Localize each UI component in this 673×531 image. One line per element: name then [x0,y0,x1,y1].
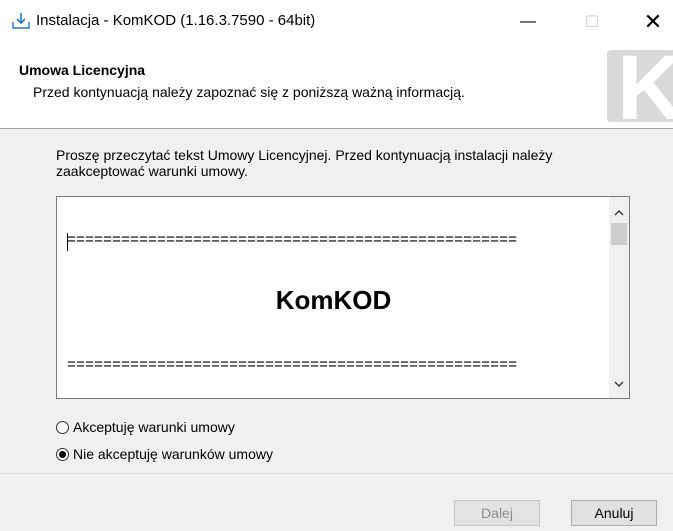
license-separator-top: ========================================… [67,232,518,249]
title-bar: Instalacja - KomKOD (1.16.3.7590 - 64bit… [0,0,673,44]
decline-option[interactable]: Nie akceptuję warunków umowy [56,444,273,464]
page-title: Umowa Licencyjna [19,62,146,78]
license-text-box[interactable]: ========================================… [56,196,630,399]
logo-letter: K [617,50,673,122]
vertical-scrollbar[interactable] [609,197,629,398]
footer-divider [0,473,673,474]
accept-option[interactable]: Akceptuję warunki umowy [56,417,235,437]
scroll-down-arrow-icon[interactable] [609,374,629,394]
decline-label[interactable]: Nie akceptuję warunków umowy [73,446,273,462]
app-logo: K [607,50,673,122]
decline-radio[interactable] [56,447,69,461]
next-button[interactable]: Dalej [454,500,540,526]
header-divider [0,128,673,129]
window-title: Instalacja - KomKOD (1.16.3.7590 - 64bit… [36,12,316,29]
scroll-up-arrow-icon[interactable] [609,203,629,223]
page-subtitle: Przed kontynuacją należy zapoznać się z … [33,84,465,100]
install-download-icon [12,13,30,29]
maximize-button[interactable]: ☐ [569,0,615,44]
minimize-button[interactable]: — [505,0,551,44]
wizard-header: Umowa Licencyjna Przed kontynuacją należ… [0,44,673,128]
license-heading: KomKOD [275,285,392,315]
accept-radio[interactable] [56,420,69,434]
scroll-thumb[interactable] [611,223,627,245]
close-button[interactable]: ✕ [630,0,673,44]
license-separator-bottom: ========================================… [67,357,518,374]
accept-label[interactable]: Akceptuję warunki umowy [73,419,235,435]
instructions-text: Proszę przeczytać tekst Umowy Licencyjne… [56,147,553,179]
cancel-button[interactable]: Anuluj [571,500,657,526]
license-content[interactable]: ========================================… [57,197,610,398]
